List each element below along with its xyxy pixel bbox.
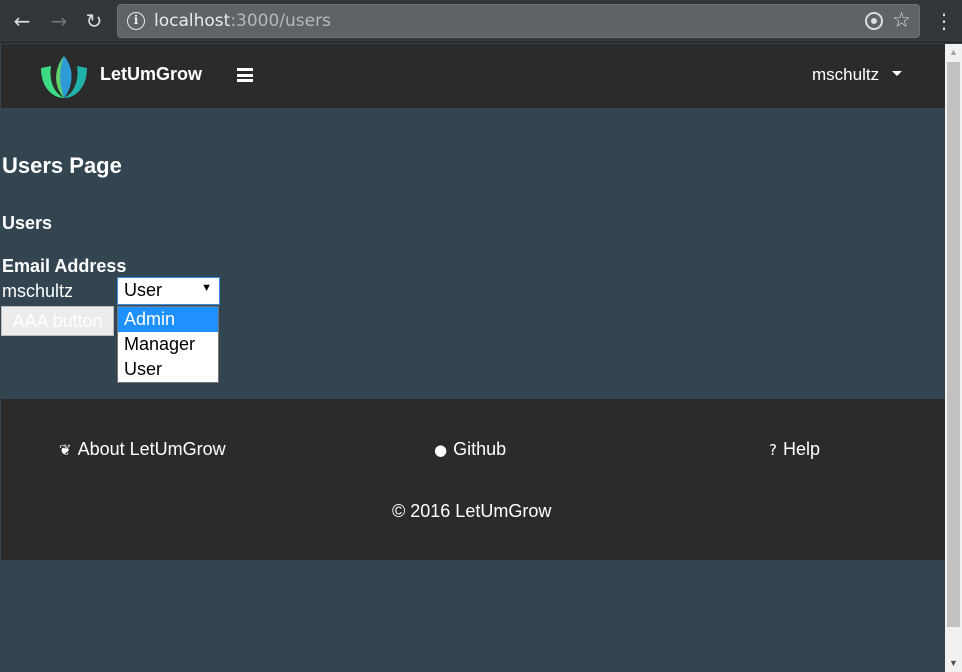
role-dropdown-list: Admin Manager User: [117, 306, 219, 383]
dropdown-arrow-icon: ▼: [201, 282, 212, 294]
user-menu[interactable]: mschultz: [812, 65, 903, 85]
menu-toggle-icon[interactable]: [237, 68, 253, 82]
bookmark-star-icon[interactable]: ☆: [892, 8, 911, 32]
location-icon[interactable]: [865, 12, 883, 30]
site-info-icon[interactable]: i: [127, 12, 145, 30]
back-arrow-icon[interactable]: ←: [9, 8, 35, 34]
letumgrow-logo-icon: [41, 56, 87, 98]
address-bar[interactable]: i localhost:3000/users ☆: [117, 4, 920, 38]
brand-name[interactable]: LetUmGrow: [100, 64, 202, 85]
reload-icon[interactable]: ↻: [81, 8, 107, 34]
browser-toolbar: ← → ↻ i localhost:3000/users ☆ ⋮: [0, 0, 962, 43]
github-icon: ●: [434, 441, 448, 459]
page-title: Users Page: [2, 153, 122, 178]
role-option-admin[interactable]: Admin: [118, 307, 218, 332]
question-circle-icon: ?: [769, 441, 777, 459]
main-content: Users Page Users Email Address mschultz …: [1, 108, 945, 399]
aaa-button[interactable]: AAA button: [1, 306, 114, 336]
footer-link-github[interactable]: ● Github: [434, 439, 506, 460]
page: LetUmGrow mschultz Users Page Users Emai…: [1, 44, 945, 672]
copyright-text: © 2016 LetUmGrow: [392, 501, 552, 521]
footer-link-about[interactable]: ❦ About LetUmGrow: [59, 439, 226, 460]
forward-arrow-icon[interactable]: →: [46, 8, 72, 34]
table-cell-email: mschultz: [2, 281, 74, 301]
scroll-up-arrow-icon[interactable]: ▲: [945, 44, 962, 61]
scroll-thumb[interactable]: [947, 62, 960, 627]
caret-down-icon: [892, 71, 903, 77]
username: mschultz: [812, 65, 880, 84]
footer-link-help[interactable]: ? Help: [769, 439, 820, 460]
vertical-scrollbar[interactable]: ▲ ▼: [945, 44, 962, 672]
url-text[interactable]: localhost:3000/users: [154, 11, 331, 31]
column-header-email: Email Address: [2, 256, 127, 276]
role-select-value: User: [124, 280, 163, 300]
role-option-manager[interactable]: Manager: [118, 332, 218, 357]
footer: ❦ About LetUmGrow ● Github ? Help © 2016 Le…: [1, 399, 945, 560]
section-title: Users: [2, 213, 53, 233]
leaf-icon: ❦: [59, 441, 72, 459]
scroll-down-arrow-icon[interactable]: ▼: [945, 655, 962, 672]
browser-menu-icon[interactable]: ⋮: [934, 8, 954, 34]
role-option-user[interactable]: User: [118, 357, 218, 382]
role-select[interactable]: User ▼: [117, 277, 220, 305]
top-navbar: LetUmGrow mschultz: [1, 44, 945, 108]
